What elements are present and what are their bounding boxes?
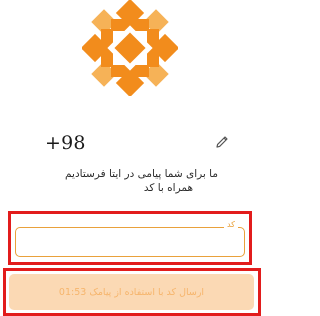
sent-message-line2: همراه با کد [143,182,193,194]
code-field[interactable] [15,227,245,257]
code-field-label: کد [223,219,238,231]
code-input[interactable] [16,228,244,256]
phone-number: +98 [45,132,86,154]
send-sms-button[interactable]: ارسال کد با استفاده از پیامک 01:53 [9,274,254,310]
sent-message-line1: ما برای شما پیامی در ایتا فرستادیم [65,168,218,180]
flower-logo-icon [82,0,178,96]
phone-row: +98 [40,131,230,155]
pencil-icon[interactable] [214,134,230,150]
